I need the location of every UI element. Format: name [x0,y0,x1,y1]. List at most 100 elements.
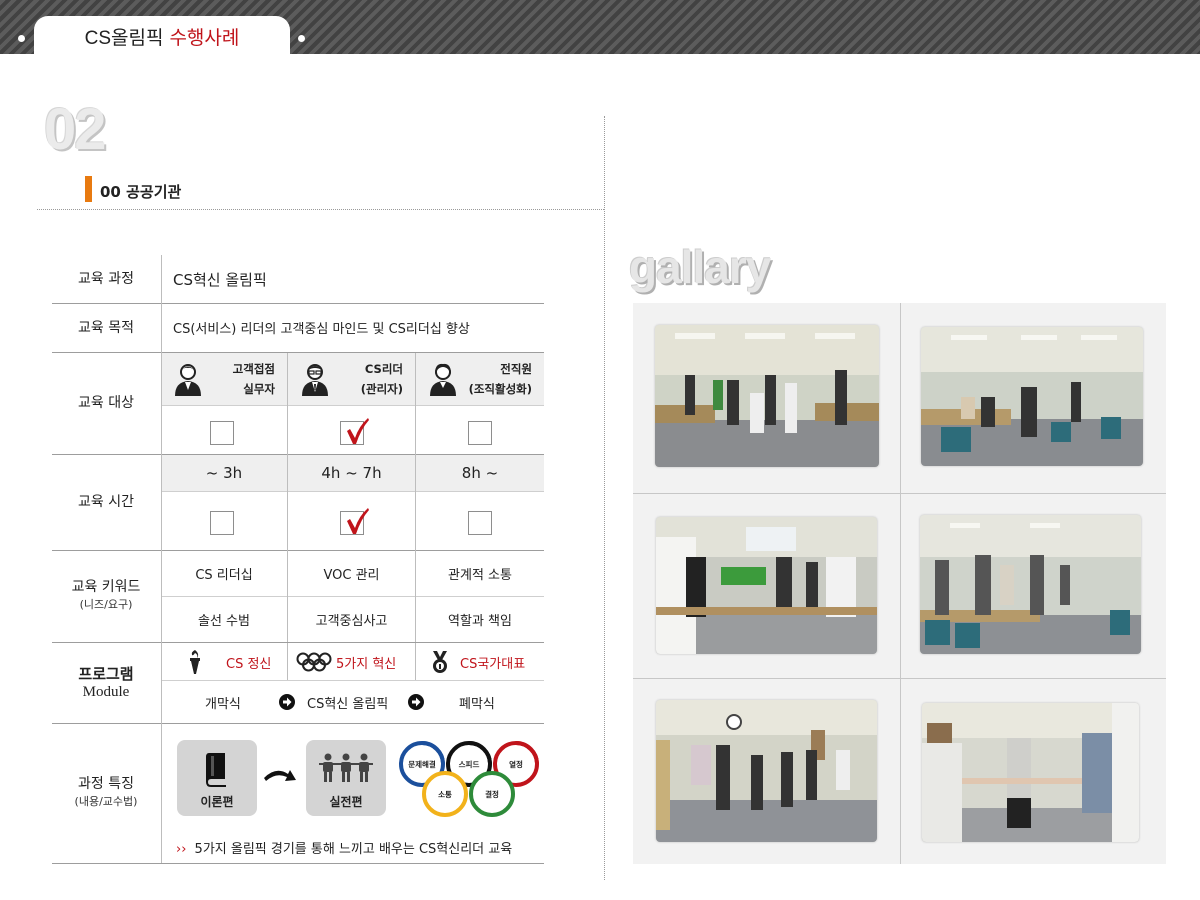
ring-label: 결정 [485,789,499,799]
gallery-divider [900,303,901,864]
target-employee-checkbox[interactable] [210,421,234,445]
course-value: CS혁신 올림픽 [173,270,267,289]
column-divider-2 [415,643,416,680]
header-divider [37,209,604,210]
time-medium: 4h ~ 7h [321,464,382,482]
program-label: 프로그램 [78,664,134,683]
staff-icon [430,363,456,396]
target-employee: 고객접점 실무자 [161,353,287,405]
theory-box: 이론편 [177,740,257,816]
gallery-title: gallary [629,241,771,293]
workshop-photo [921,327,1143,466]
checkmark-icon [347,508,369,534]
time-label: 교육 시간 [78,494,134,510]
page-tab-accent: 수행사례 [169,27,240,49]
keywords-label: 교육 키워드 [71,579,141,595]
row-label-program: 프로그램 Module [52,642,160,723]
gallery-photo-3[interactable] [656,517,877,654]
target-staff: 전직원 (조직활성화) [416,353,544,405]
gallery-photo-4[interactable] [920,515,1141,654]
purpose-value: CS(서비스) 리더의 고객중심 마인드 및 CS리더십 향상 [173,322,470,337]
target-manager-line2: (관리자) [360,382,403,396]
workshop-photo [655,325,879,467]
ring-label: 스피드 [459,759,480,769]
chevron-right-icon: ›› [176,842,187,857]
workshop-photo [656,700,877,842]
five-rings-diagram: 문제해결 스피드 열정 소통 결정 [399,741,539,817]
row-label-keywords: 교육 키워드 (니즈/요구) [52,550,160,642]
row-label-target: 교육 대상 [52,352,160,454]
features-label: 과정 특징 [78,776,134,792]
keyword-cell: 관계적 소통 [448,567,512,583]
workshop-photo [922,703,1139,842]
practice-box: 실전편 [306,740,386,816]
keyword-cell: VOC 관리 [323,567,380,583]
keyword-cell: 역할과 책임 [448,614,512,629]
banner-dot-left [18,35,25,42]
table-divider [52,863,544,864]
target-manager: CS리더 (관리자) [288,353,415,405]
column-divider-1 [287,643,288,680]
medal-icon [433,651,447,673]
purpose-label: 교육 목적 [78,319,134,336]
gallery-photo-6[interactable] [922,703,1139,842]
time-long-checkbox[interactable] [468,511,492,535]
flow-olympic: CS혁신 올림픽 [307,696,389,712]
module-cs-spirit-text: CS 정신 [226,656,272,672]
row-label-features: 과정 특징 (내용/교수법) [52,723,160,863]
gallery-photo-1[interactable] [655,325,879,467]
ring-label: 소통 [438,790,452,799]
keyword-cell: 고객중심사고 [315,614,388,629]
ring-label: 문제해결 [408,759,436,769]
ring-label: 열정 [509,759,523,769]
row-label-course: 교육 과정 [52,255,160,303]
target-employee-line1: 고객접점 [232,362,275,376]
target-manager-line1: CS리더 [364,362,403,376]
target-staff-line1: 전직원 [500,362,532,376]
time-long: 8h ~ [461,464,499,482]
workshop-photo [920,515,1141,654]
section-accent-bar [85,176,92,202]
target-manager-checkbox[interactable] [340,418,369,445]
manager-icon [302,364,328,396]
table-divider [161,680,544,681]
section-number: 02 [44,97,106,162]
target-staff-line2: (조직활성화) [468,382,532,396]
table-divider [161,405,544,406]
checkmark-icon [347,418,369,444]
torch-icon [190,650,200,674]
employee-icon [175,364,201,396]
time-short: ~ 3h [205,464,243,482]
features-note-text: 5가지 올림픽 경기를 통해 느끼고 배우는 CS혁신리더 교육 [194,842,513,857]
keyword-cell: CS 리더십 [195,567,253,583]
book-icon [206,753,226,787]
module-five-innovations-text: 5가지 혁신 [336,656,397,672]
target-employee-line2: 실무자 [243,382,275,396]
theory-label: 이론편 [200,795,234,809]
flow-opening: 개막식 [205,696,241,712]
gallery-photo-5[interactable] [656,700,877,842]
page-tab-title: CS올림픽 [84,27,164,49]
time-medium-checkbox[interactable] [340,508,369,535]
gallery-divider [633,493,1166,494]
time-short-checkbox[interactable] [210,511,234,535]
olympic-rings-icon [296,652,332,672]
keyword-cell: 솔선 수범 [198,614,250,629]
row-label-purpose: 교육 목적 [52,303,160,352]
arrow-right-icon [408,694,424,710]
practice-label: 실전편 [329,795,363,809]
arrow-right-icon [279,694,295,710]
gallery-photo-2[interactable] [921,327,1143,466]
module-five-innovations: 5가지 혁신 [296,648,396,676]
features-note: ›› 5가지 올림픽 경기를 통해 느끼고 배우는 CS혁신리더 교육 [176,838,512,857]
curved-arrow-icon [264,770,296,781]
keywords-sublabel: (니즈/요구) [79,598,133,611]
target-label: 교육 대상 [78,395,134,411]
workshop-photo [656,517,877,654]
gallery-divider [633,678,1166,679]
organization-title: 00 공공기관 [100,183,182,201]
target-staff-checkbox[interactable] [468,421,492,445]
group-people-icon [319,753,373,782]
table-divider [161,491,544,492]
module-cs-national-team-text: CS국가대표 [460,656,526,672]
